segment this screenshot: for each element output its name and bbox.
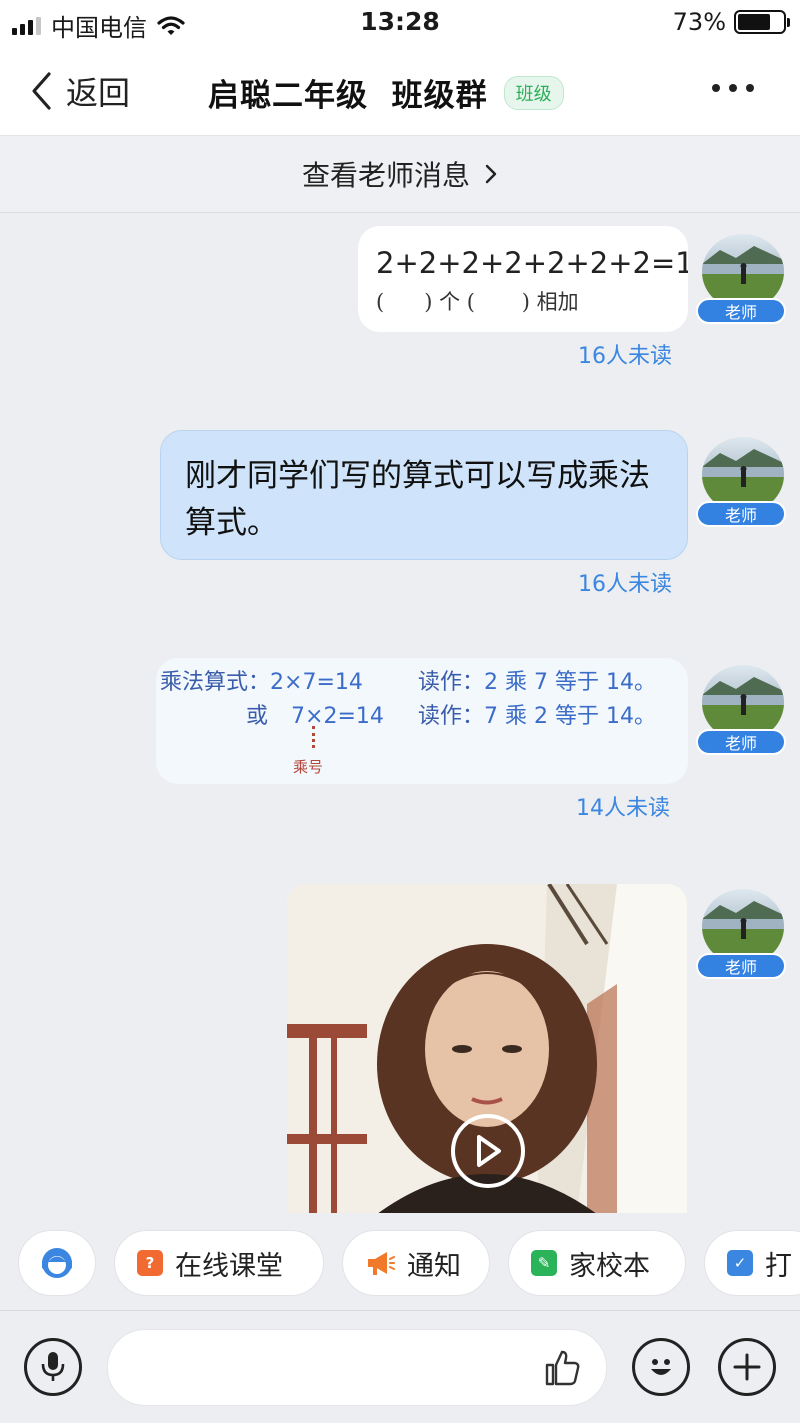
megaphone-icon bbox=[368, 1252, 395, 1275]
notice-label: 通知 bbox=[407, 1250, 461, 1282]
sign-pointer-icon bbox=[312, 726, 316, 748]
play-button[interactable] bbox=[451, 1114, 525, 1188]
more-button[interactable] bbox=[712, 84, 754, 92]
formula-expression: 7×2=14 bbox=[291, 704, 384, 729]
read-as-text: 7 乘 2 等于 14。 bbox=[484, 704, 656, 729]
quick-toolbar: ? 在线课堂 通知 ✎ 家校本 ✓ 打 bbox=[0, 1213, 800, 1311]
emoji-icon bbox=[651, 1359, 671, 1375]
math-question: ( ) 个 ( ) 相加 bbox=[376, 290, 579, 314]
teacher-role-badge: 老师 bbox=[696, 953, 786, 979]
back-button[interactable]: 返回 bbox=[30, 68, 130, 114]
play-icon bbox=[477, 1135, 501, 1167]
checkin-icon: ✓ bbox=[727, 1250, 753, 1276]
message-image-bubble[interactable]: 乘法算式：2×7=14 读作：2 乘 7 等于 14。 或 7×2=14 读作：… bbox=[156, 658, 688, 784]
thumbs-up-icon[interactable] bbox=[542, 1348, 582, 1388]
unread-count[interactable]: 16人未读 bbox=[578, 338, 672, 370]
unread-count[interactable]: 14人未读 bbox=[576, 790, 670, 822]
math-equation: 2+2+2+2+2+2+2=14 bbox=[376, 246, 688, 280]
unread-count[interactable]: 16人未读 bbox=[578, 566, 672, 598]
checkin-button[interactable]: ✓ 打 bbox=[704, 1230, 800, 1296]
chat-title: 启聪二年级 班级群 班级 bbox=[208, 70, 564, 115]
message-input[interactable] bbox=[107, 1329, 607, 1406]
teacher-messages-label: 查看老师消息 bbox=[301, 159, 470, 192]
emoji-button[interactable] bbox=[632, 1338, 690, 1396]
more-dot-icon bbox=[729, 84, 737, 92]
nav-bar: 返回 启聪二年级 班级群 班级 bbox=[0, 44, 800, 136]
sign-label: 乘号 bbox=[293, 758, 324, 776]
chevron-left-icon bbox=[32, 72, 51, 110]
math-problem-image: 2+2+2+2+2+2+2=14 ( ) 个 ( ) 相加 bbox=[358, 226, 688, 316]
homework-book-label: 家校本 bbox=[569, 1250, 650, 1282]
message-video-bubble[interactable] bbox=[287, 884, 687, 1214]
read-as-text: 2 乘 7 等于 14。 bbox=[484, 670, 656, 695]
page-title: 启聪二年级 班级群 bbox=[208, 78, 488, 114]
battery-icon bbox=[734, 10, 790, 34]
assistant-button[interactable] bbox=[18, 1230, 96, 1296]
message-text: 刚才同学们写的算式可以写成乘法算式。 bbox=[185, 458, 650, 541]
formula-expression: 2×7=14 bbox=[270, 670, 363, 695]
assistant-icon bbox=[42, 1248, 72, 1278]
avatar[interactable]: 老师 bbox=[696, 437, 786, 527]
or-label: 或 bbox=[246, 704, 269, 729]
online-class-label: 在线课堂 bbox=[175, 1250, 283, 1282]
read-as-label: 读作： bbox=[418, 704, 485, 729]
read-as-label: 读作： bbox=[418, 670, 485, 695]
message-image-bubble[interactable]: 2+2+2+2+2+2+2=14 ( ) 个 ( ) 相加 bbox=[358, 226, 688, 332]
chevron-right-icon bbox=[485, 164, 497, 184]
microphone-icon bbox=[41, 1352, 65, 1381]
more-dot-icon bbox=[746, 84, 754, 92]
online-class-icon: ? bbox=[137, 1250, 163, 1276]
back-label: 返回 bbox=[66, 74, 131, 112]
input-bar bbox=[0, 1312, 800, 1423]
status-bar: 中国电信 13:28 73% bbox=[0, 0, 800, 44]
voice-button[interactable] bbox=[24, 1338, 82, 1396]
multiplication-image: 乘法算式：2×7=14 读作：2 乘 7 等于 14。 或 7×2=14 读作：… bbox=[156, 658, 688, 784]
notice-button[interactable]: 通知 bbox=[342, 1230, 490, 1296]
battery-percent: 73% bbox=[672, 8, 726, 36]
more-actions-button[interactable] bbox=[718, 1338, 776, 1396]
formula-label: 乘法算式： bbox=[160, 670, 271, 695]
online-class-button[interactable]: ? 在线课堂 bbox=[114, 1230, 324, 1296]
avatar[interactable]: 老师 bbox=[696, 234, 786, 324]
message-text-bubble[interactable]: 刚才同学们写的算式可以写成乘法算式。 bbox=[160, 430, 688, 560]
class-badge: 班级 bbox=[503, 75, 564, 110]
avatar[interactable]: 老师 bbox=[696, 889, 786, 979]
plus-icon bbox=[733, 1353, 761, 1381]
battery-fill bbox=[738, 14, 771, 30]
teacher-role-badge: 老师 bbox=[696, 729, 786, 755]
teacher-role-badge: 老师 bbox=[696, 298, 786, 324]
notebook-icon: ✎ bbox=[531, 1250, 557, 1276]
homework-book-button[interactable]: ✎ 家校本 bbox=[508, 1230, 686, 1296]
view-teacher-messages[interactable]: 查看老师消息 bbox=[0, 136, 800, 213]
teacher-role-badge: 老师 bbox=[696, 501, 786, 527]
checkin-label: 打 bbox=[765, 1250, 792, 1282]
more-dot-icon bbox=[712, 84, 720, 92]
avatar[interactable]: 老师 bbox=[696, 665, 786, 755]
